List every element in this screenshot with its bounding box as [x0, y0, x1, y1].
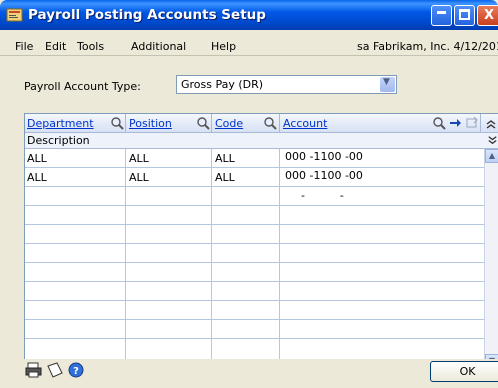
position-cell[interactable]: ALL	[129, 171, 149, 184]
menu-tools[interactable]: Tools	[77, 40, 104, 53]
account-cell[interactable]: 000 -1100 -00	[285, 150, 363, 163]
minimize-icon	[437, 11, 446, 14]
note-icon[interactable]	[46, 362, 63, 378]
account-type-label: Payroll Account Type:	[24, 80, 141, 93]
insert-row-icon[interactable]	[465, 116, 479, 130]
dropdown-arrow-button[interactable]: ▼	[380, 77, 395, 92]
collapse-icon[interactable]	[484, 117, 498, 131]
position-header[interactable]: Position	[129, 117, 172, 130]
accounts-grid: Department Position Code Account Descrip…	[24, 113, 498, 370]
payroll-posting-accounts-window: Payroll Posting Accounts Setup X File Ed…	[0, 0, 498, 388]
minimize-button[interactable]	[431, 5, 452, 26]
department-header[interactable]: Department	[27, 117, 94, 130]
arrow-right-icon[interactable]	[448, 116, 462, 130]
window-title: Payroll Posting Accounts Setup	[28, 7, 266, 23]
code-cell[interactable]: ALL	[215, 152, 235, 165]
table-row[interactable]	[25, 339, 485, 358]
menu-file[interactable]: File	[15, 40, 33, 53]
account-type-value: Gross Pay (DR)	[181, 78, 264, 91]
close-icon: X	[484, 8, 495, 23]
code-header[interactable]: Code	[215, 117, 243, 130]
department-cell[interactable]: ALL	[27, 171, 47, 184]
position-lookup-icon[interactable]	[196, 116, 210, 130]
description-header: Description	[27, 134, 90, 147]
grid-header: Department Position Code Account	[25, 114, 498, 133]
table-row[interactable]	[25, 301, 485, 320]
account-cell[interactable]: - -	[287, 189, 344, 202]
table-row[interactable]	[25, 320, 485, 339]
account-header[interactable]: Account	[283, 117, 327, 130]
grid-vertical-scrollbar[interactable]: ▲ ▼	[484, 149, 498, 369]
code-lookup-icon[interactable]	[263, 116, 277, 130]
table-row[interactable]	[25, 225, 485, 244]
menu-help[interactable]: Help	[211, 40, 236, 53]
help-icon[interactable]: ?	[68, 362, 84, 378]
position-cell[interactable]: ALL	[129, 152, 149, 165]
close-button[interactable]: X	[477, 5, 498, 26]
menu-bar: File Edit Tools Additional Help sa Fabri…	[0, 30, 498, 56]
maximize-button[interactable]	[454, 5, 475, 26]
app-icon	[6, 8, 23, 22]
account-type-dropdown[interactable]: Gross Pay (DR) ▼	[176, 75, 397, 94]
chevron-down-icon: ▼	[383, 77, 390, 87]
account-cell[interactable]: 000 -1100 -00	[285, 169, 363, 182]
table-row[interactable]: ALL ALL ALL 000 -1100 -00	[25, 149, 485, 168]
maximize-icon	[459, 9, 470, 20]
table-row[interactable]: - -	[25, 187, 485, 206]
menu-edit[interactable]: Edit	[45, 40, 66, 53]
ok-button[interactable]: OK	[430, 361, 498, 382]
table-row[interactable]	[25, 263, 485, 282]
printer-icon[interactable]	[25, 362, 43, 378]
code-cell[interactable]: ALL	[215, 171, 235, 184]
account-lookup-icon[interactable]	[432, 116, 446, 130]
table-row[interactable]	[25, 206, 485, 225]
expand-icon[interactable]	[486, 134, 498, 147]
table-row[interactable]	[25, 282, 485, 301]
title-bar: Payroll Posting Accounts Setup X	[0, 0, 498, 30]
department-cell[interactable]: ALL	[27, 152, 47, 165]
scroll-up-button[interactable]: ▲	[485, 149, 498, 163]
table-row[interactable]	[25, 244, 485, 263]
department-lookup-icon[interactable]	[110, 116, 124, 130]
svg-text:?: ?	[73, 366, 79, 377]
user-company-date: sa Fabrikam, Inc. 4/12/2017	[357, 40, 498, 53]
table-row[interactable]: ALL ALL ALL 000 -1100 -00	[25, 168, 485, 187]
description-header-row: Description	[25, 133, 498, 149]
menu-additional[interactable]: Additional	[131, 40, 186, 53]
